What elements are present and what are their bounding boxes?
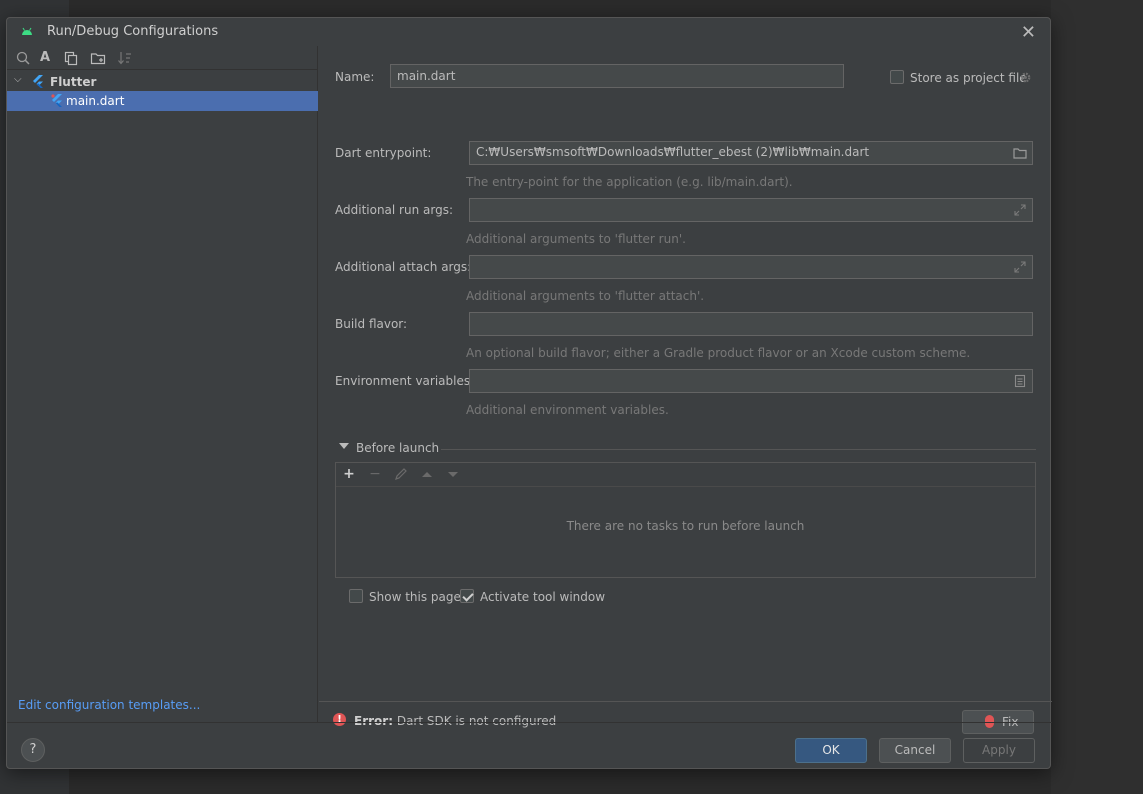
attach-args-input[interactable] [469,255,1033,279]
add-icon[interactable]: + [341,466,357,482]
entrypoint-hint: The entry-point for the application (e.g… [466,175,793,189]
flutter-icon [33,75,43,88]
name-label: Name: [335,70,375,84]
env-input[interactable] [469,369,1033,393]
tree-group-flutter[interactable]: ⌵ Flutter [7,72,318,92]
entrypoint-value: C:₩Users₩smsoft₩Downloads₩flutter_ebest … [476,145,870,159]
cancel-button[interactable]: Cancel [879,738,951,763]
env-label: Environment variables: [335,374,475,388]
dialog-titlebar: Run/Debug Configurations ✕ [7,18,1050,46]
tree-toolbar: A [7,46,318,70]
remove-icon[interactable]: − [367,466,383,482]
expand-icon[interactable] [1013,260,1027,274]
close-icon[interactable]: ✕ [1021,22,1036,43]
expand-icon[interactable] [1013,203,1027,217]
edit-templates-link[interactable]: Edit configuration templates... [18,698,200,712]
run-args-hint: Additional arguments to 'flutter run'. [466,232,686,246]
edit-icon[interactable] [393,466,409,482]
help-button[interactable]: ? [21,738,45,762]
flavor-hint: An optional build flavor; either a Gradl… [466,346,971,360]
before-launch-list: + − There are no tasks to run before lau… [335,462,1036,578]
show-page-label: Show this page [369,590,461,604]
run-args-input[interactable] [469,198,1033,222]
sort-icon[interactable] [117,50,133,66]
triangle-up-icon[interactable] [419,466,435,482]
configuration-editor: Name: Store as project file Dart entrypo… [319,46,1052,734]
tree-item-main-dart[interactable]: main.dart [7,91,318,111]
before-launch-header[interactable]: Before launch [335,440,1036,458]
tree-group-label: Flutter [50,75,97,89]
before-launch-empty-text: There are no tasks to run before launch [566,519,805,533]
flavor-input[interactable] [469,312,1033,336]
name-input[interactable] [390,64,844,88]
new-folder-icon[interactable] [90,50,106,66]
env-hint: Additional environment variables. [466,403,669,417]
triangle-down-small-icon[interactable] [445,466,461,482]
document-icon[interactable] [1013,374,1027,388]
run-debug-dialog: Run/Debug Configurations ✕ A ⌵ Flutter m… [6,17,1052,770]
entrypoint-label: Dart entrypoint: [335,146,432,160]
configurations-panel: A ⌵ Flutter main.dart Edit configuration… [7,46,318,722]
chevron-down-icon[interactable]: ⌵ [14,74,22,85]
show-page-checkbox[interactable] [349,589,363,603]
divider [441,449,1036,450]
store-project-label: Store as project file [910,71,1027,85]
search-icon[interactable] [15,50,31,66]
run-args-label: Additional run args: [335,203,454,217]
background-ide-right [1051,0,1143,794]
before-launch-title: Before launch [356,441,440,455]
before-launch-toolbar: + − [336,463,1035,487]
triangle-down-icon[interactable] [339,443,349,449]
dialog-button-bar: ? OK Cancel Apply [7,722,1052,770]
android-icon [22,27,32,35]
activate-tool-window-checkbox[interactable] [460,589,474,603]
dialog-title: Run/Debug Configurations [47,24,219,39]
gear-icon[interactable] [1019,71,1032,84]
attach-args-label: Additional attach args: [335,260,472,274]
entrypoint-input[interactable]: C:₩Users₩smsoft₩Downloads₩flutter_ebest … [469,141,1033,165]
apply-button[interactable]: Apply [963,738,1035,763]
tree-item-label: main.dart [66,94,125,108]
flutter-config-icon [51,94,62,107]
activate-tool-window-label: Activate tool window [480,590,606,604]
copy-icon[interactable] [63,50,79,66]
flavor-label: Build flavor: [335,317,408,331]
store-project-checkbox[interactable] [890,70,904,84]
attach-args-hint: Additional arguments to 'flutter attach'… [466,289,705,303]
font-size-icon[interactable]: A [37,50,53,66]
folder-icon[interactable] [1013,146,1027,160]
ok-button[interactable]: OK [795,738,867,763]
